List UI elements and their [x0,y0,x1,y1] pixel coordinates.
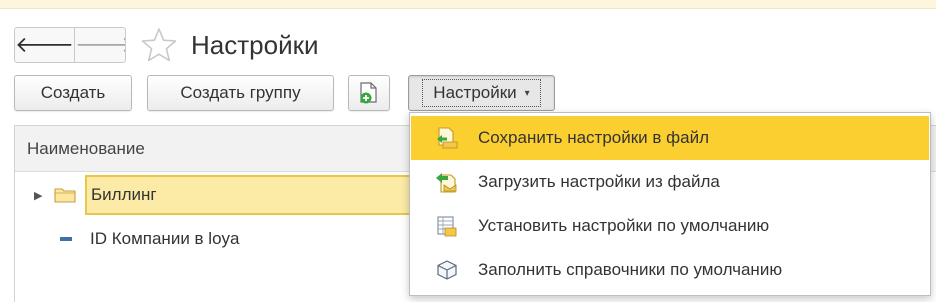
load-from-file-icon [436,173,457,193]
menu-item-label: Заполнить справочники по умолчанию [478,260,783,279]
create-group-button-label: Создать группу [180,83,301,102]
settings-menu-button[interactable]: Настройки ▾ [408,75,555,111]
menu-item-load-settings[interactable]: Загрузить настройки из файла [411,160,929,204]
create-button-label: Создать [40,83,106,102]
expand-arrow-icon[interactable]: ▶ [34,189,42,202]
menu-item-default-settings[interactable]: Установить настройки по умолчанию [411,204,929,248]
history-nav: 🡐 🡒 [14,27,126,63]
fill-catalogs-icon [437,260,457,280]
top-strip [0,0,936,9]
menu-item-label: Установить настройки по умолчанию [478,216,770,235]
arrow-right-icon: 🡒 [75,34,125,56]
settings-dropdown-menu: Сохранить настройки в файл Загрузить нас… [409,112,931,296]
favorite-star-icon[interactable] [140,26,178,64]
row-name: ID Компании в loya [90,229,240,248]
folder-icon [54,188,76,203]
create-group-button[interactable]: Создать группу [147,75,334,111]
row-name: Биллинг [91,185,157,204]
default-settings-icon [437,216,457,237]
page-title: Настройки [191,30,319,60]
create-button[interactable]: Создать [14,75,132,111]
arrow-left-icon: 🡐 [15,32,74,57]
copy-document-icon [360,82,377,104]
back-button[interactable]: 🡐 [15,28,75,62]
chevron-down-icon: ▾ [524,87,530,99]
forward-button[interactable]: 🡒 [75,28,125,62]
save-to-file-icon [437,127,458,149]
settings-menu-label: Настройки [433,83,517,102]
menu-item-save-settings[interactable]: Сохранить настройки в файл [411,116,929,160]
menu-item-fill-catalogs[interactable]: Заполнить справочники по умолчанию [411,248,929,292]
menu-item-label: Загрузить настройки из файла [478,172,720,191]
menu-item-label: Сохранить настройки в файл [478,128,710,147]
column-header-label: Наименование [27,138,145,158]
item-marker-icon [60,237,72,241]
copy-button[interactable] [348,75,390,111]
